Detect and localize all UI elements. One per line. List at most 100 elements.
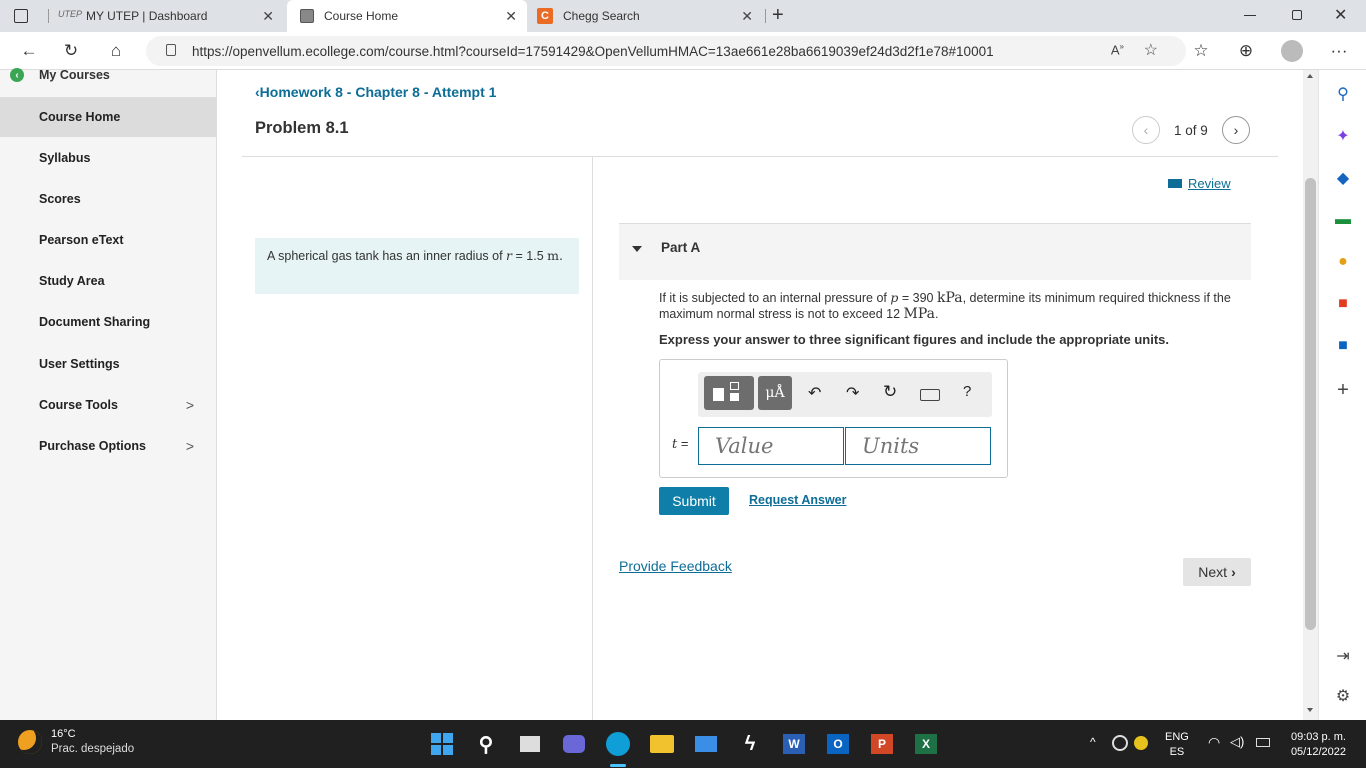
keyboard-icon[interactable] (920, 389, 940, 401)
close-icon[interactable]: ✕ (505, 8, 517, 25)
weather-desc: Prac. despejado (51, 743, 135, 755)
page-icon (300, 9, 314, 23)
math-toolbar: μÅ ↶ ↷ ↻ ? (698, 372, 992, 417)
sidebar-item-user-settings[interactable]: User Settings (0, 344, 216, 384)
scroll-down-arrow-icon[interactable] (1307, 708, 1313, 712)
sidebar-item-scores[interactable]: Scores (0, 179, 216, 219)
excel-icon[interactable]: X (912, 730, 940, 758)
tray-app-icon[interactable] (1134, 736, 1148, 750)
scroll-up-arrow-icon[interactable] (1307, 74, 1313, 78)
bolt-app-icon[interactable]: ϟ (736, 730, 764, 758)
page-scrollbar[interactable] (1303, 70, 1318, 720)
sidebar-item-document-sharing[interactable]: Document Sharing (0, 302, 216, 342)
wifi-icon[interactable]: ◠ (1208, 734, 1220, 751)
games-icon[interactable]: ● (1331, 250, 1355, 274)
weather-widget[interactable]: 16°C Prac. despejado (18, 728, 134, 755)
tray-overflow-icon[interactable]: ^ (1090, 735, 1096, 749)
units-input[interactable] (845, 427, 991, 465)
home-icon[interactable]: ⌂ (105, 40, 127, 62)
provide-feedback-link[interactable]: Provide Feedback (619, 558, 732, 574)
url-field[interactable]: https://openvellum.ecollege.com/course.h… (146, 36, 1186, 66)
discover-icon[interactable]: ✦ (1331, 124, 1355, 148)
minimize-button[interactable] (1244, 15, 1256, 16)
task-view-icon[interactable] (516, 730, 544, 758)
sidebar-item-course-home[interactable]: Course Home (0, 97, 216, 137)
submit-button[interactable]: Submit (659, 487, 729, 515)
sidebar-item-syllabus[interactable]: Syllabus (0, 138, 216, 178)
review-link[interactable]: Review (1168, 176, 1231, 191)
next-problem-button[interactable]: › (1222, 116, 1250, 144)
tab-actions-icon[interactable] (14, 9, 28, 23)
add-favorite-icon[interactable]: ☆ (1144, 40, 1158, 60)
tab-my-utep[interactable]: UTEP MY UTEP | Dashboard ✕ (58, 0, 284, 32)
templates-icon-small (730, 382, 739, 390)
volume-icon[interactable]: ◁) (1230, 734, 1244, 750)
clock-date: 05/12/2022 (1290, 746, 1346, 758)
word-icon[interactable]: W (780, 730, 808, 758)
request-answer-link[interactable]: Request Answer (749, 493, 846, 507)
file-explorer-icon[interactable] (648, 730, 676, 758)
part-a-header[interactable]: Part A (619, 223, 1251, 280)
page-title: Problem 8.1 (255, 119, 349, 137)
outlook-icon[interactable]: ■ (1331, 334, 1355, 358)
help-button[interactable]: ? (963, 383, 971, 400)
review-label: Review (1188, 176, 1231, 191)
sidebar-toggle-icon[interactable]: ⇥ (1331, 644, 1355, 668)
restore-button[interactable] (1292, 10, 1302, 20)
sidebar-item-pearson-etext[interactable]: Pearson eText (0, 220, 216, 260)
tab-course-home[interactable]: Course Home ✕ (287, 0, 527, 32)
add-icon[interactable]: + (1331, 378, 1355, 402)
scrollbar-thumb[interactable] (1305, 178, 1316, 630)
battery-icon[interactable] (1256, 738, 1270, 747)
onedrive-icon[interactable] (1112, 735, 1128, 751)
value-input[interactable] (698, 427, 844, 465)
profile-avatar[interactable] (1281, 40, 1303, 62)
outlook-app-icon[interactable]: O (824, 730, 852, 758)
collections-icon[interactable]: ⊕ (1235, 40, 1257, 62)
templates-icon-small (730, 393, 739, 401)
prev-problem-button[interactable]: ‹ (1132, 116, 1160, 144)
back-arrow-icon[interactable]: ← (18, 40, 40, 62)
assignment-back-link[interactable]: ‹Homework 8 - Chapter 8 - Attempt 1 (255, 84, 496, 100)
templates-button[interactable] (704, 376, 754, 410)
search-icon[interactable]: ⚲ (1331, 82, 1355, 106)
sidebar-item-course-tools[interactable]: Course Tools > (0, 385, 216, 425)
settings-gear-icon[interactable]: ⚙ (1331, 684, 1355, 708)
units-button[interactable]: μÅ (758, 376, 792, 410)
edge-browser-icon[interactable] (604, 730, 632, 758)
tab-chegg[interactable]: C Chegg Search ✕ (537, 0, 763, 32)
answer-instruction: Express your answer to three significant… (659, 332, 1169, 347)
office-icon[interactable]: ■ (1331, 292, 1355, 316)
chat-icon[interactable] (560, 730, 588, 758)
favorites-icon[interactable]: ☆ (1190, 40, 1212, 62)
clock[interactable]: 09:03 p. m. 05/12/2022 (1280, 730, 1346, 760)
tools-icon[interactable]: ▬ (1331, 208, 1355, 232)
sidebar-item-purchase-options[interactable]: Purchase Options > (0, 426, 216, 466)
redo-icon[interactable]: ↷ (846, 383, 859, 403)
new-tab-button[interactable]: + (772, 4, 784, 27)
next-label: Next (1198, 564, 1228, 580)
mail-icon[interactable] (692, 730, 720, 758)
reset-icon[interactable]: ↻ (883, 382, 897, 402)
start-button[interactable] (428, 730, 456, 758)
close-window-button[interactable]: ✕ (1334, 5, 1347, 25)
refresh-icon[interactable]: ↻ (60, 40, 82, 62)
column-divider (592, 157, 593, 720)
undo-icon[interactable]: ↶ (808, 383, 821, 403)
powerpoint-icon[interactable]: P (868, 730, 896, 758)
close-icon[interactable]: ✕ (741, 8, 753, 25)
close-icon[interactable]: ✕ (262, 8, 274, 25)
read-aloud-icon[interactable]: A» (1111, 42, 1124, 57)
sidebar-item-label: Syllabus (39, 151, 91, 165)
next-button[interactable]: Next › (1183, 558, 1251, 586)
sidebar-item-study-area[interactable]: Study Area (0, 261, 216, 301)
answer-label: t = (672, 436, 688, 452)
my-courses-link[interactable]: ‹ My Courses (10, 68, 110, 82)
lock-icon (166, 44, 176, 56)
utep-logo-icon: UTEP (58, 9, 83, 19)
taskbar-search-icon[interactable]: ⚲ (472, 730, 500, 758)
language-indicator[interactable]: ENG ES (1165, 730, 1189, 760)
chevron-right-icon: > (185, 397, 194, 413)
more-icon[interactable]: ··· (1328, 40, 1350, 62)
shopping-tag-icon[interactable]: ◆ (1331, 166, 1355, 190)
